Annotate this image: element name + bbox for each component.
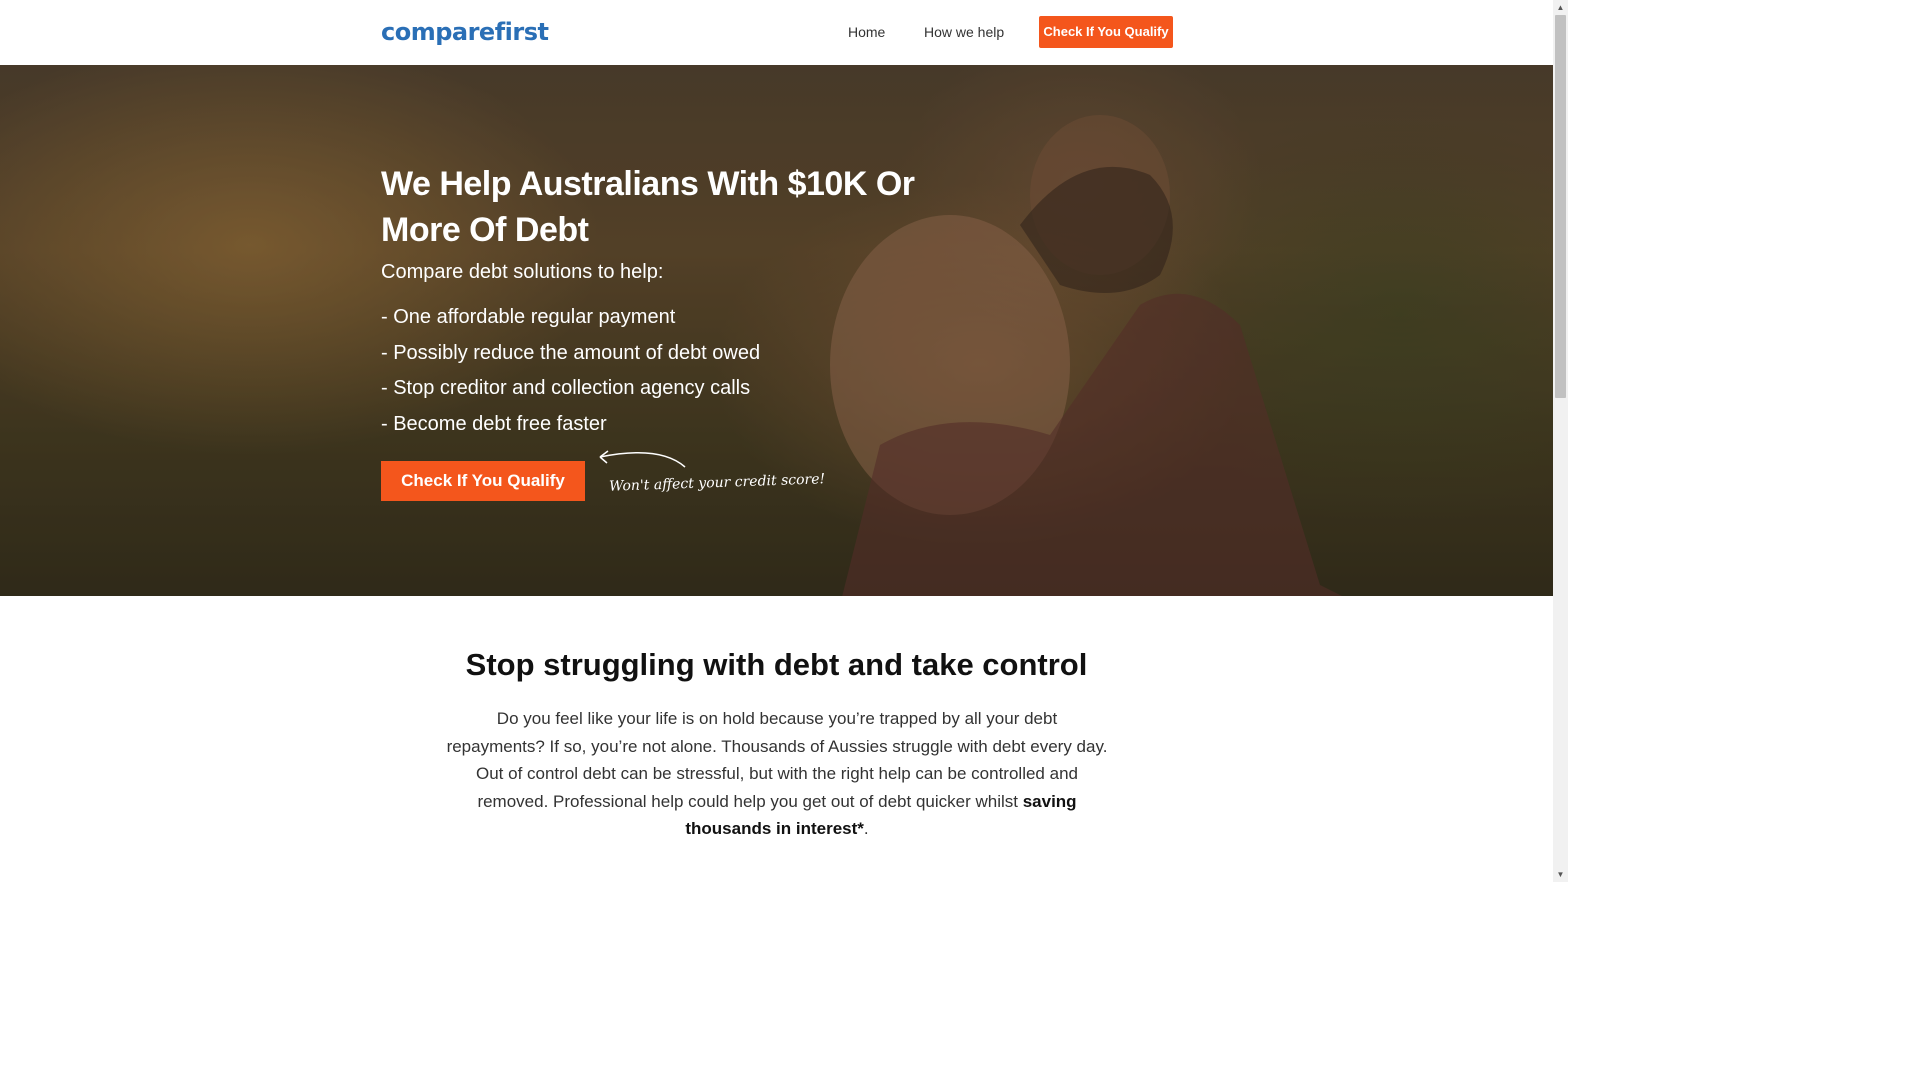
hero-subtitle: Compare debt solutions to help: [381, 261, 664, 283]
scroll-down-arrow-icon[interactable]: ▼ [1553, 867, 1568, 882]
list-item: - Possibly reduce the amount of debt owe… [381, 341, 761, 364]
list-item: - One affordable regular payment [381, 306, 676, 328]
site-logo[interactable]: comparefirst [381, 18, 549, 46]
scroll-up-arrow-icon[interactable]: ▲ [1553, 0, 1568, 15]
vertical-scrollbar[interactable]: ▲ ▼ [1553, 0, 1568, 882]
nav-how-we-help-link[interactable]: How we help [924, 24, 1004, 40]
curved-arrow-icon [599, 450, 686, 468]
hero-check-qualify-button[interactable]: Check If You Qualify [381, 461, 585, 501]
hero-overlay [0, 65, 1553, 596]
section-paragraph: Do you feel like your life is on hold be… [446, 705, 1108, 843]
hero-benefits-list: - One affordable regular payment - Possi… [381, 303, 760, 445]
header-check-qualify-button[interactable]: Check If You Qualify [1039, 16, 1173, 48]
hero-banner: We Help Australians With $10K Or More Of… [0, 65, 1553, 596]
site-header: comparefirst Home How we help Check If Y… [0, 0, 1553, 65]
scrollbar-thumb[interactable] [1555, 15, 1566, 398]
hero-title: We Help Australians With $10K Or More Of… [381, 165, 915, 249]
list-item: - Become debt free faster [381, 412, 607, 435]
list-item: - Stop creditor and collection agency ca… [381, 377, 751, 399]
paragraph-text: Do you feel like your life is on hold be… [446, 709, 1108, 811]
section-heading: Stop struggling with debt and take contr… [465, 647, 1088, 682]
paragraph-end: . [863, 819, 869, 838]
nav-home-link[interactable]: Home [848, 24, 885, 40]
